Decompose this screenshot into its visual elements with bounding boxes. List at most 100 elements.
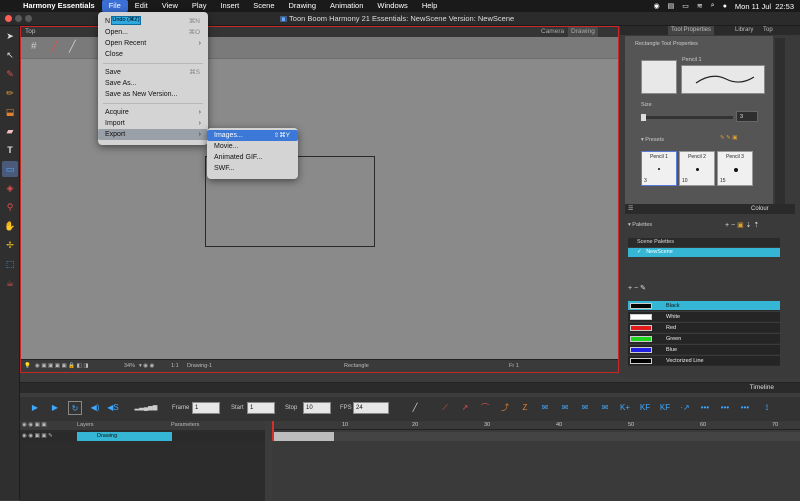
eraser-icon[interactable]: ▰ <box>2 123 18 139</box>
tab-tool-properties[interactable]: Tool Properties <box>668 26 715 35</box>
preset-brush-icons[interactable]: ✎ ✎ ▣ <box>720 135 737 141</box>
envelope-icon[interactable]: ✉ <box>578 401 592 415</box>
dropper-icon[interactable]: ⚲ <box>2 199 18 215</box>
menu-item-save-new-version[interactable]: Save as New Version... <box>98 89 208 100</box>
line-tool-icon[interactable]: ╱ <box>51 40 58 53</box>
menu-scene[interactable]: Scene <box>246 0 281 12</box>
minimize-window-button[interactable] <box>15 15 22 22</box>
pencil-swatch[interactable] <box>641 60 677 94</box>
siri-icon[interactable]: ● <box>723 3 727 10</box>
start-input[interactable]: 1 <box>247 402 275 414</box>
menu-drawing[interactable]: Drawing <box>282 0 324 12</box>
brush-icon[interactable]: ✎ <box>2 66 18 82</box>
select-icon[interactable]: ➤ <box>2 28 18 44</box>
menu-animation[interactable]: Animation <box>323 0 370 12</box>
menu-item-export-movie[interactable]: Movie... <box>207 141 298 152</box>
text-icon[interactable]: T <box>2 142 18 158</box>
menu-item-export-images[interactable]: Images... ⇧⌘Y <box>207 130 298 141</box>
search-icon[interactable]: ⌕ <box>711 2 715 10</box>
menu-item-acquire[interactable]: Acquire › <box>98 107 208 118</box>
datetime[interactable]: Mon 11 Jul 22:53 <box>735 2 794 11</box>
menu-help[interactable]: Help <box>415 0 444 12</box>
layer-name[interactable]: Drawing <box>77 432 172 441</box>
ratio[interactable]: 1:1 <box>171 363 179 369</box>
onion-skin-icon[interactable]: ◉ ▣ ▣ ▣ ▣ 🔒 ◧ ◨ <box>35 363 89 369</box>
tab-colour[interactable]: Colour <box>751 204 769 214</box>
menu-item-import[interactable]: Import › <box>98 118 208 129</box>
curve-icon[interactable]: ⌒ <box>478 401 492 415</box>
battery-icon[interactable]: ▭ <box>682 2 689 10</box>
sound-icon[interactable]: ◀) <box>88 401 102 415</box>
cutter-icon[interactable]: ⬚ <box>2 256 18 272</box>
loop-icon[interactable]: ↻ <box>68 401 82 415</box>
hand-icon[interactable]: ✋ <box>2 218 18 234</box>
pencil-icon[interactable]: ✏ <box>2 85 18 101</box>
tab-library[interactable]: Library <box>732 26 756 35</box>
menu-item-open[interactable]: Open... ⌘O <box>98 27 208 38</box>
menu-windows[interactable]: Windows <box>370 0 414 12</box>
frame-ruler[interactable]: 10 20 30 40 50 60 70 <box>272 421 800 430</box>
tab-camera[interactable]: Camera <box>538 27 567 37</box>
path-icon[interactable]: ·↗ <box>678 401 692 415</box>
speed-slider[interactable]: ▂▃▄▅▆ <box>126 401 166 415</box>
menu-play[interactable]: Play <box>185 0 214 12</box>
contour-editor-icon[interactable]: ↖ <box>2 47 18 63</box>
timeline-title[interactable]: Timeline <box>750 383 774 393</box>
play-selection-icon[interactable]: ▶ <box>48 401 62 415</box>
envelope-icon[interactable]: ✉ <box>598 401 612 415</box>
menu-item-open-recent[interactable]: Open Recent › <box>98 38 208 49</box>
lightbulb-icon[interactable]: 💡 <box>24 363 31 369</box>
tab-drawing[interactable]: Drawing <box>568 27 598 37</box>
size-input[interactable]: 3 <box>736 111 758 122</box>
zigzag-icon[interactable]: Z <box>518 401 532 415</box>
morphing-icon[interactable]: ☕ <box>2 275 18 291</box>
sound-scrub-icon[interactable]: ◀S <box>106 401 120 415</box>
preset-pencil-3[interactable]: Pencil 3 15 <box>717 151 753 186</box>
record-icon[interactable]: ◉ <box>654 2 660 10</box>
stop-input[interactable]: 10 <box>303 402 331 414</box>
color-item[interactable]: Green <box>628 334 780 344</box>
add-keyframe-icon[interactable]: K+ <box>618 401 632 415</box>
panel-menu-icon[interactable]: ☰ <box>628 205 633 212</box>
menu-item-export[interactable]: Export › <box>98 129 208 140</box>
tool-props-scrollbar[interactable] <box>775 38 785 206</box>
zoom-level[interactable]: 34% <box>124 363 135 369</box>
menu-file[interactable]: File <box>101 0 128 12</box>
rectangle-icon[interactable]: ▭ <box>2 161 18 177</box>
color-item[interactable]: White <box>628 312 780 322</box>
keyframe-flag-icon[interactable]: KF <box>638 401 652 415</box>
reset-view-icon[interactable]: ▾ ◉ ◉ <box>139 363 154 369</box>
color-item[interactable]: Blue <box>628 345 780 355</box>
envelope-icon[interactable]: ✉ <box>538 401 552 415</box>
keyframe-flag-icon[interactable]: KF <box>658 401 672 415</box>
motion-icon[interactable]: ⤴ <box>498 401 512 415</box>
menu-item-export-gif[interactable]: Animated GIF... <box>207 152 298 163</box>
exposure-cells[interactable] <box>272 432 334 441</box>
envelope-icon[interactable]: ✉ <box>558 401 572 415</box>
fps-input[interactable]: 24 <box>353 402 389 414</box>
grid-icon[interactable]: # <box>31 41 37 52</box>
menu-item-save-as[interactable]: Save As... <box>98 78 208 89</box>
frame-input[interactable]: 1 <box>192 402 220 414</box>
size-slider[interactable] <box>641 114 733 121</box>
dots-icon[interactable]: ••• <box>738 401 752 415</box>
color-item[interactable]: Vectorized Line <box>628 356 780 366</box>
stamp-icon[interactable]: ⬓ <box>2 104 18 120</box>
menu-app[interactable]: Harmony Essentials <box>16 0 102 12</box>
menu-item-export-swf[interactable]: SWF... <box>207 163 298 174</box>
transform-icon[interactable]: ✢ <box>2 237 18 253</box>
menu-insert[interactable]: Insert <box>213 0 246 12</box>
palette-toolbar-icons[interactable]: + − ▣ ⇣ ⇡ <box>725 221 759 229</box>
frame-cells[interactable] <box>272 432 800 441</box>
menu-edit[interactable]: Edit <box>128 0 155 12</box>
line-icon[interactable]: ╱ <box>408 401 422 415</box>
preset-pencil-2[interactable]: Pencil 2 10 <box>679 151 715 186</box>
zoom-window-button[interactable] <box>25 15 32 22</box>
play-icon[interactable]: ▶ <box>28 401 42 415</box>
color-item[interactable]: Black <box>628 301 780 311</box>
menu-item-close[interactable]: Close <box>98 49 208 60</box>
dots-icon[interactable]: ••• <box>718 401 732 415</box>
color-toolbar-icons[interactable]: + − ✎ <box>628 284 646 292</box>
size-slider-handle[interactable] <box>641 114 646 121</box>
layer-row[interactable]: ◉ ◉ ▣ ▣ ✎ Drawing <box>20 432 265 441</box>
